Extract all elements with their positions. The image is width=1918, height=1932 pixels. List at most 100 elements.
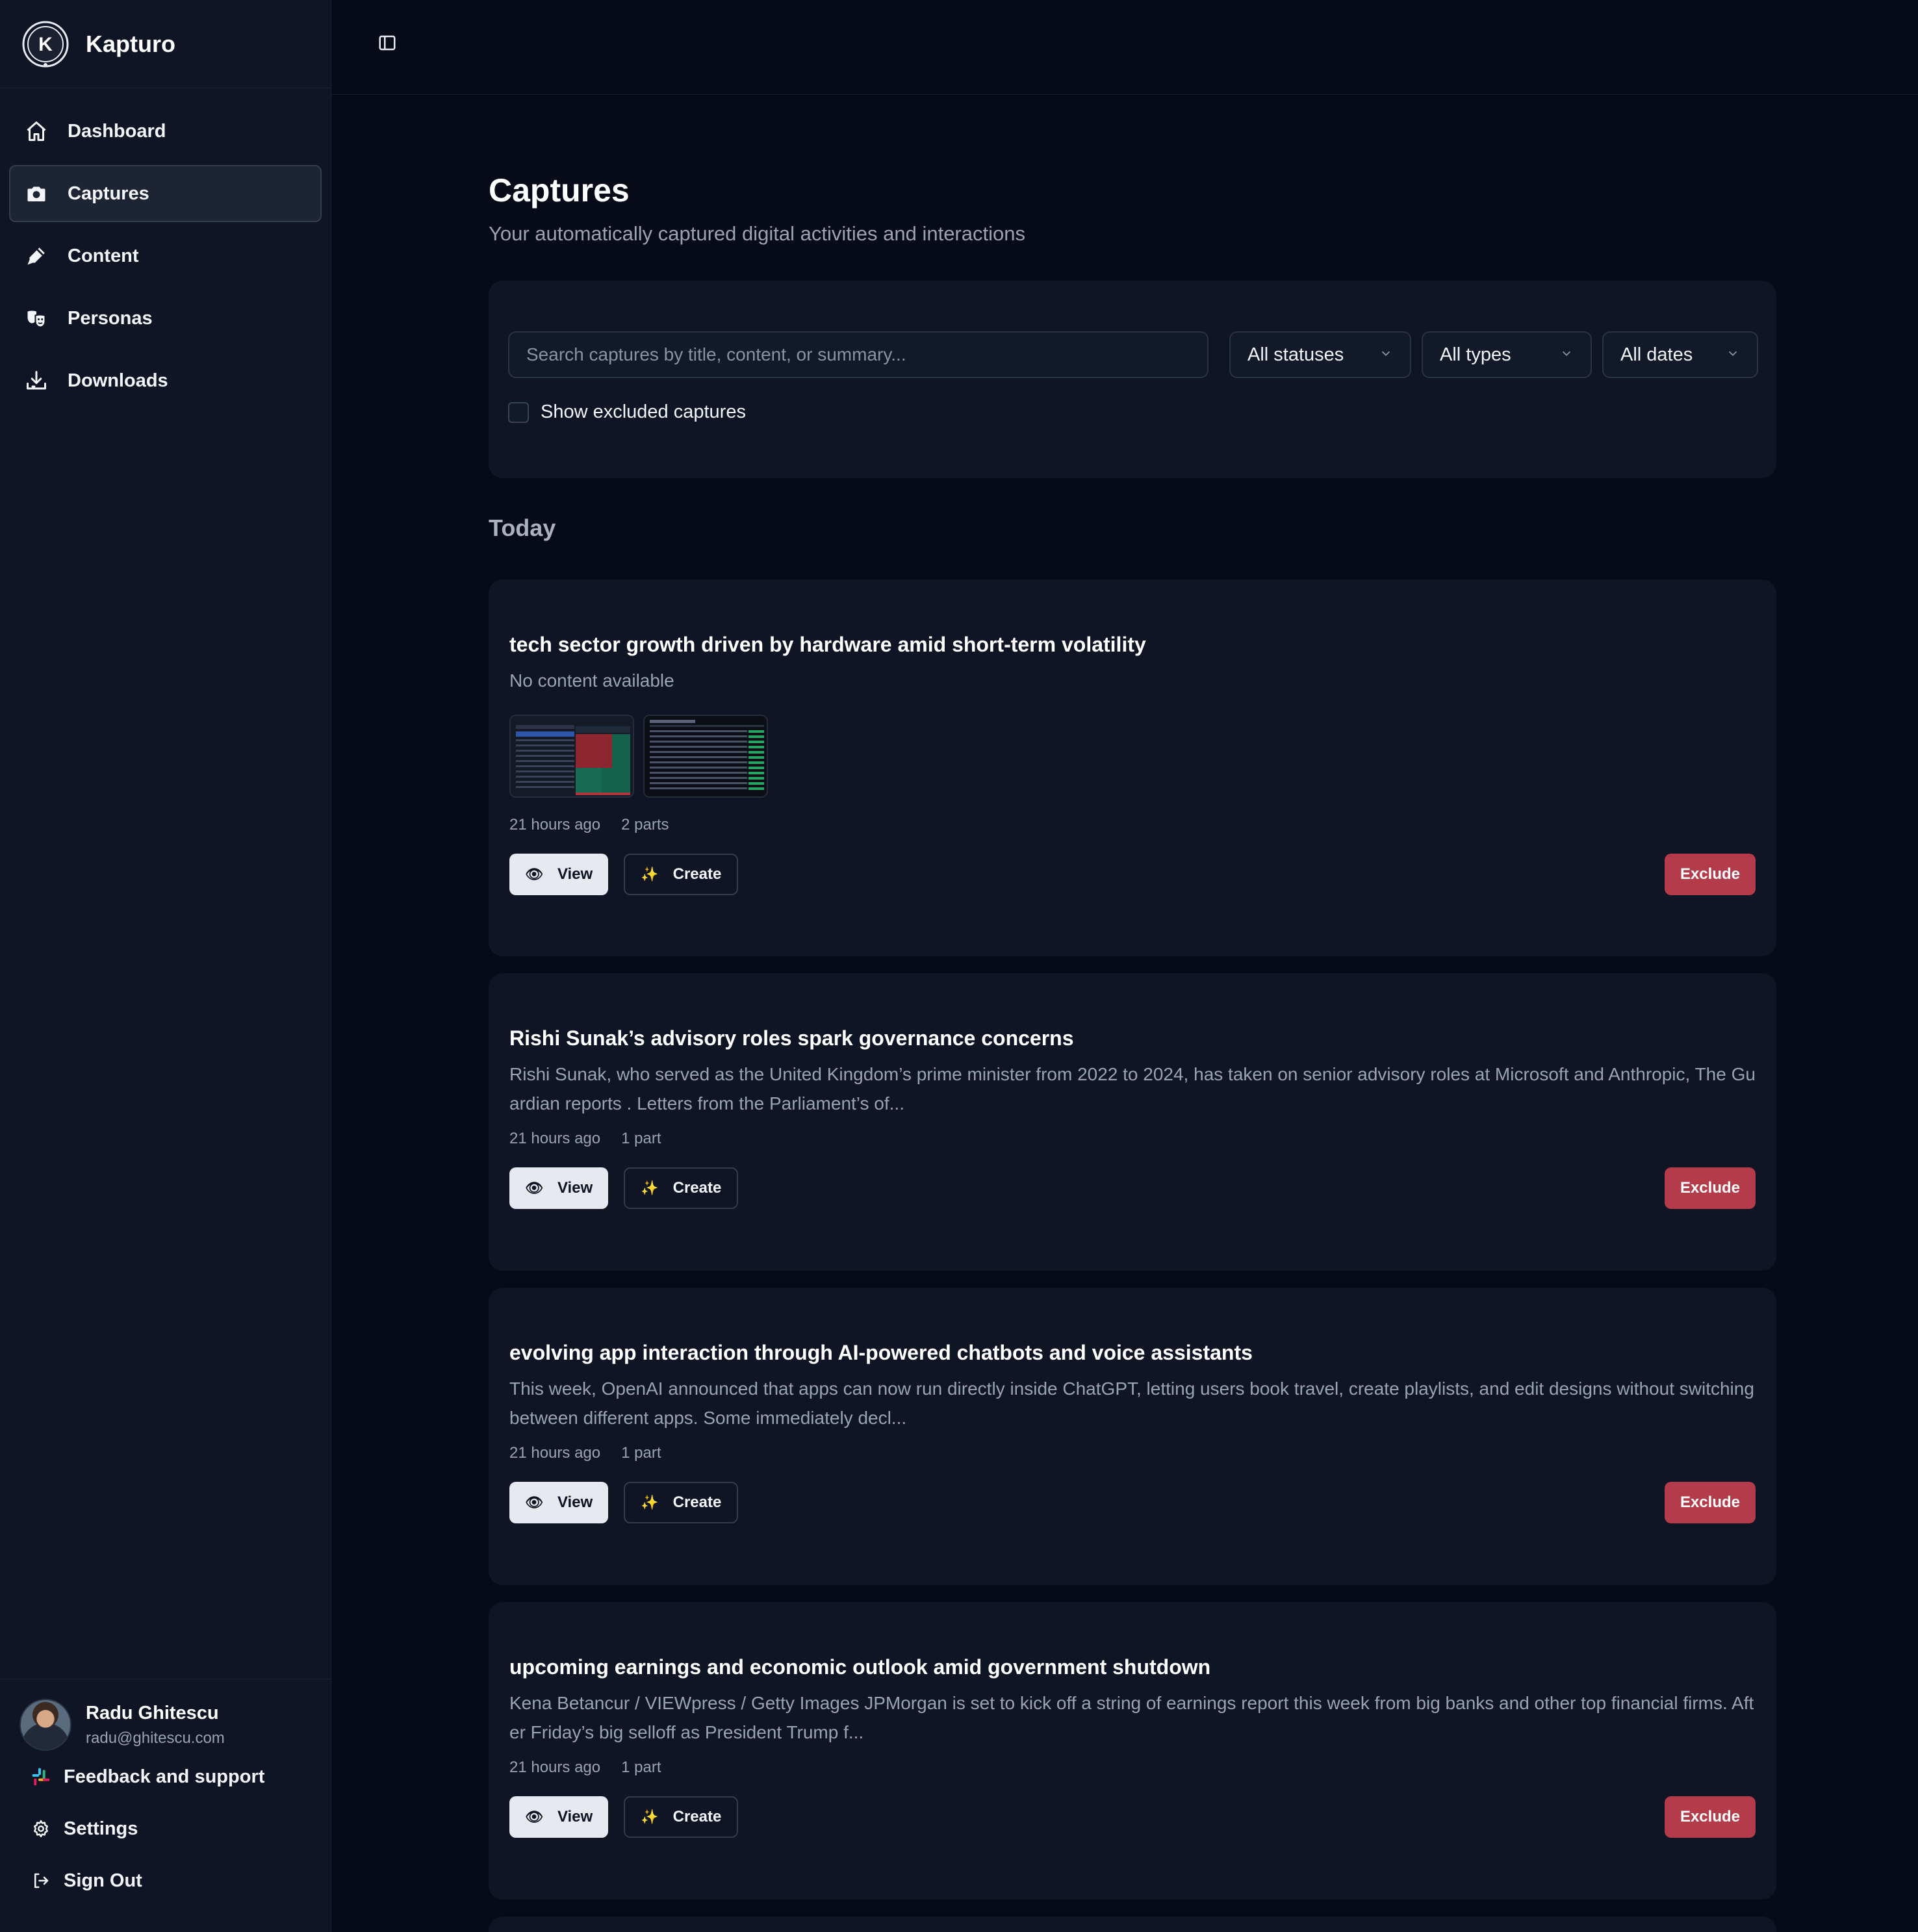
create-button-label: Create [672, 1493, 722, 1511]
capture-parts: 1 part [621, 1130, 661, 1147]
capture-parts: 2 parts [621, 816, 669, 833]
chevron-down-icon [1379, 344, 1393, 366]
footer-link-label: Settings [64, 1818, 138, 1839]
panel-left-icon [377, 33, 397, 56]
capture-time: 21 hours ago [509, 816, 601, 833]
create-button[interactable]: ✨ Create [624, 854, 739, 895]
view-button[interactable]: 👁 View [509, 1796, 609, 1838]
nav-label: Content [68, 245, 139, 266]
sidebar: K Kapturo Dashboard Captures Content Per… [0, 0, 331, 1932]
date-select-value: All dates [1620, 344, 1693, 365]
sidebar-toggle-button[interactable] [368, 31, 407, 57]
page-title: Captures [489, 172, 630, 209]
capture-thumbnail[interactable] [643, 715, 768, 798]
sign-out-icon [30, 1870, 52, 1892]
create-button-label: Create [672, 1179, 722, 1197]
capture-time: 21 hours ago [509, 1444, 601, 1462]
capture-card: Rishi Sunak’s advisory roles spark gover… [489, 973, 1776, 1271]
exclude-button[interactable]: Exclude [1664, 1482, 1756, 1523]
gear-icon [30, 1818, 52, 1840]
pen-icon [23, 243, 49, 269]
chevron-down-icon [1726, 344, 1740, 366]
status-select-value: All statuses [1247, 344, 1344, 365]
capture-summary: Rishi Sunak, who served as the United Ki… [509, 1064, 1756, 1113]
nav-label: Dashboard [68, 120, 166, 142]
filter-panel: All statuses All types All dates Show ex… [489, 281, 1776, 478]
nav-item-content[interactable]: Content [9, 227, 322, 285]
show-excluded-label: Show excluded captures [541, 401, 746, 422]
type-select[interactable]: All types [1422, 331, 1592, 378]
date-select[interactable]: All dates [1602, 331, 1758, 378]
brand[interactable]: K Kapturo [0, 0, 331, 88]
capture-parts: 1 part [621, 1444, 661, 1462]
sparkles-icon: ✨ [641, 1494, 659, 1510]
camera-icon [23, 181, 49, 207]
user-email: radu@ghitescu.com [86, 1729, 225, 1747]
exclude-button[interactable]: Exclude [1664, 854, 1756, 895]
capture-card: tech sector growth driven by hardware am… [489, 579, 1776, 956]
view-button[interactable]: 👁 View [509, 1167, 609, 1209]
capture-thumbnail[interactable] [509, 715, 634, 798]
capture-title[interactable]: Rishi Sunak’s advisory roles spark gover… [509, 1026, 1756, 1050]
exclude-button[interactable]: Exclude [1664, 1167, 1756, 1209]
capture-actions: 👁 View ✨ Create Exclude [509, 1482, 1756, 1523]
view-button[interactable]: 👁 View [509, 854, 609, 895]
user-name: Radu Ghitescu [86, 1702, 219, 1723]
capture-title[interactable]: upcoming earnings and economic outlook a… [509, 1655, 1756, 1679]
capture-title[interactable]: tech sector growth driven by hardware am… [509, 633, 1756, 657]
avatar [19, 1699, 71, 1751]
status-select[interactable]: All statuses [1229, 331, 1411, 378]
capture-card [489, 1916, 1776, 1932]
exclude-button[interactable]: Exclude [1664, 1796, 1756, 1838]
app-name: Kapturo [86, 30, 175, 57]
search-input[interactable] [508, 331, 1208, 378]
nav-item-dashboard[interactable]: Dashboard [9, 103, 322, 160]
capture-meta: 21 hours ago 1 part [509, 1130, 1756, 1148]
view-button-label: View [557, 1808, 593, 1825]
capture-meta: 21 hours ago 1 part [509, 1444, 1756, 1462]
show-excluded-row: Show excluded captures [508, 401, 746, 423]
feedback-link[interactable]: Feedback and support [0, 1751, 331, 1803]
main-content: Captures Your automatically captured dig… [489, 95, 1776, 1932]
nav-item-captures[interactable]: Captures [9, 165, 322, 222]
sign-out-link[interactable]: Sign Out [0, 1855, 331, 1907]
create-button-label: Create [672, 1808, 722, 1825]
footer-link-label: Sign Out [64, 1870, 142, 1891]
create-button[interactable]: ✨ Create [624, 1167, 739, 1209]
capture-meta: 21 hours ago 2 parts [509, 816, 1756, 834]
nav-label: Personas [68, 307, 153, 329]
type-select-value: All types [1440, 344, 1511, 365]
capture-summary: No content available [509, 670, 674, 691]
nav-item-personas[interactable]: Personas [9, 290, 322, 347]
capture-actions: 👁 View ✨ Create Exclude [509, 1796, 1756, 1838]
capture-title[interactable]: evolving app interaction through AI-powe… [509, 1341, 1756, 1365]
group-heading-today: Today [489, 515, 556, 541]
eye-icon: 👁 [525, 1180, 543, 1196]
user-profile[interactable]: Radu Ghitescu radu@ghitescu.com [0, 1679, 331, 1751]
capture-summary: This week, OpenAI announced that apps ca… [509, 1379, 1754, 1428]
sparkles-icon: ✨ [641, 1809, 659, 1825]
main-nav: Dashboard Captures Content Personas Down… [0, 88, 331, 409]
eye-icon: 👁 [525, 1494, 543, 1510]
create-button[interactable]: ✨ Create [624, 1482, 739, 1523]
slack-icon [30, 1766, 52, 1788]
topbar [331, 0, 1918, 95]
nav-item-downloads[interactable]: Downloads [9, 352, 322, 409]
footer-link-label: Feedback and support [64, 1766, 265, 1787]
sparkles-icon: ✨ [641, 866, 659, 882]
eye-icon: 👁 [525, 866, 543, 882]
view-button-label: View [557, 1493, 593, 1511]
nav-label: Captures [68, 183, 149, 204]
capture-card: upcoming earnings and economic outlook a… [489, 1602, 1776, 1900]
nav-label: Downloads [68, 370, 168, 391]
svg-text:K: K [38, 34, 53, 55]
chevron-down-icon [1559, 344, 1574, 366]
settings-link[interactable]: Settings [0, 1803, 331, 1855]
page-subtitle: Your automatically captured digital acti… [489, 222, 1025, 245]
show-excluded-checkbox[interactable] [508, 401, 529, 423]
home-icon [23, 118, 49, 144]
capture-time: 21 hours ago [509, 1759, 601, 1776]
view-button[interactable]: 👁 View [509, 1482, 609, 1523]
kapturo-logo-icon: K [22, 21, 69, 67]
create-button[interactable]: ✨ Create [624, 1796, 739, 1838]
